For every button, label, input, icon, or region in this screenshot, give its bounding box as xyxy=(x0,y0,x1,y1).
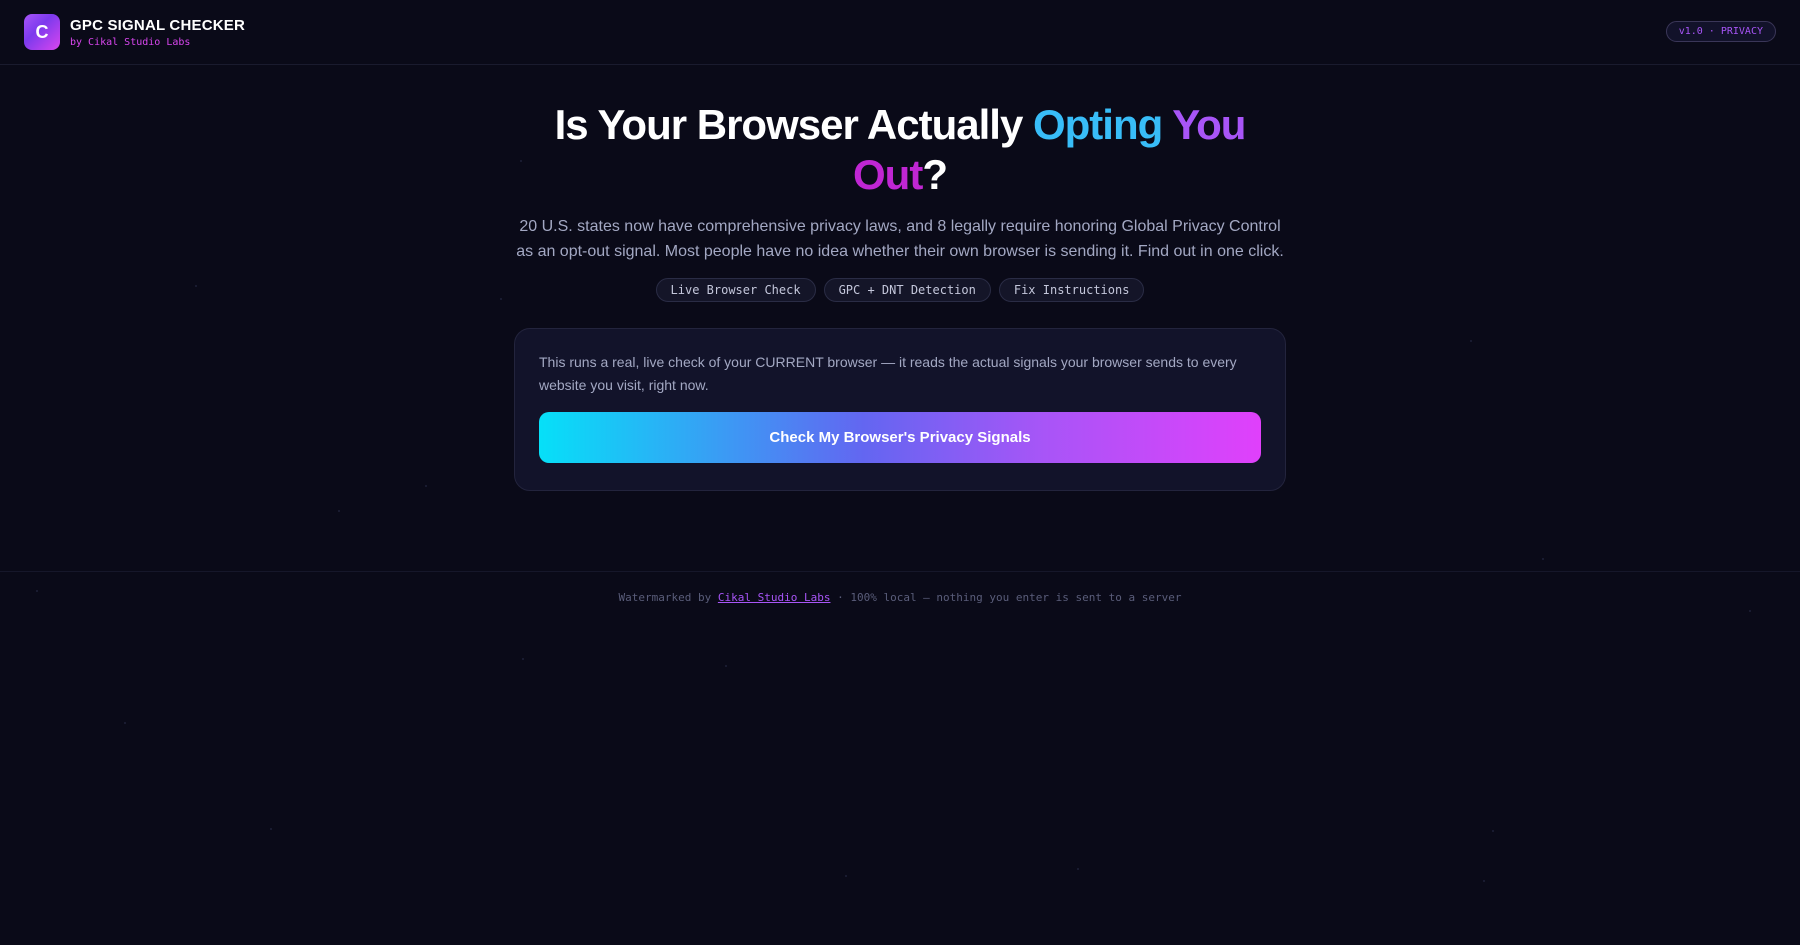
footer-prefix: Watermarked by xyxy=(618,591,718,604)
check-privacy-signals-button[interactable]: Check My Browser's Privacy Signals xyxy=(539,412,1261,463)
footer-studio-link[interactable]: Cikal Studio Labs xyxy=(718,591,831,604)
hero-section: Is Your Browser Actually Opting You Out? … xyxy=(0,100,1800,302)
hero-description: 20 U.S. states now have comprehensive pr… xyxy=(516,218,1284,260)
check-card: This runs a real, live check of your CUR… xyxy=(514,328,1286,491)
tag-gpc-dnt-detection: GPC + DNT Detection xyxy=(823,278,991,302)
tag-fix-instructions: Fix Instructions xyxy=(998,278,1145,302)
logo-letter: C xyxy=(35,21,49,42)
app-byline: by Cikal Studio Labs xyxy=(70,36,191,48)
feature-tags: Live Browser Check GPC + DNT Detection F… xyxy=(0,278,1800,302)
title-highlight-opting: Opting xyxy=(1032,101,1163,148)
footer: Watermarked by Cikal Studio Labs · 100% … xyxy=(0,571,1800,604)
footer-suffix: · 100% local — nothing you enter is sent… xyxy=(830,591,1182,604)
app-title: GPC SIGNAL CHECKER xyxy=(70,16,246,34)
tag-live-browser-check: Live Browser Check xyxy=(655,278,816,302)
title-question-mark: ? xyxy=(922,151,948,198)
check-card-description: This runs a real, live check of your CUR… xyxy=(539,354,1237,393)
brand-text: GPC SIGNAL CHECKER by Cikal Studio Labs xyxy=(70,17,245,48)
title-highlight-out: Out xyxy=(853,151,923,198)
top-bar: C GPC SIGNAL CHECKER by Cikal Studio Lab… xyxy=(0,0,1800,65)
page-title: Is Your Browser Actually Opting You Out? xyxy=(520,100,1280,200)
title-highlight-you: You xyxy=(1162,101,1246,148)
version-badge: v1.0 · PRIVACY xyxy=(1665,21,1776,42)
app-logo: C xyxy=(24,14,60,50)
brand[interactable]: C GPC SIGNAL CHECKER by Cikal Studio Lab… xyxy=(24,14,245,50)
title-text: Is Your Browser Actually xyxy=(554,101,1033,148)
